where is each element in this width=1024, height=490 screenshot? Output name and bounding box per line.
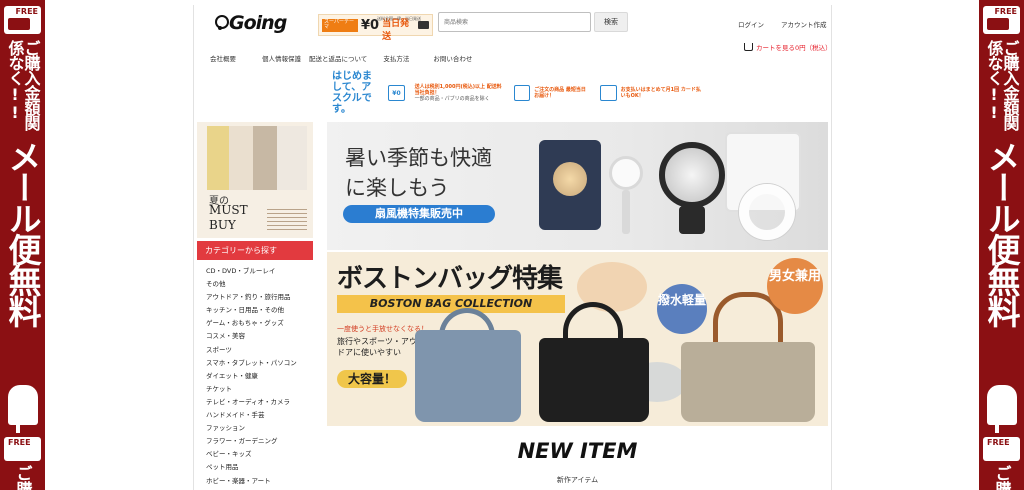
nav-privacy[interactable]: 個人情報保護	[262, 53, 301, 63]
page-container: Going スーパーテーマ ¥0 送料全国一律・当日発送 当日発送 検索 ログイ…	[193, 5, 832, 490]
bag-banner-copy: 旅行やスポーツ・アウトドアに使いやすい	[337, 337, 425, 358]
category-header: カテゴリーから探す	[197, 241, 313, 260]
bag-banner-subtitle: BOSTON BAG COLLECTION	[337, 295, 565, 313]
neck-fan-image	[739, 184, 795, 240]
new-item-subheading: 新作アイテム	[556, 476, 599, 484]
new-item-heading: NEW ITEM	[517, 439, 638, 463]
side-banner-tail: ご購	[13, 465, 33, 490]
promo-note: 送料全国一律・当日発送	[377, 16, 421, 21]
search-input[interactable]	[438, 12, 591, 32]
right-side-banner[interactable]: FREE ご購入金額関係なく!! メール便無料 FREE ご購	[979, 0, 1024, 490]
fan-banner-pill: 扇風機特集販売中	[343, 205, 495, 223]
truck-icon	[418, 21, 430, 29]
blue-bag-image	[415, 330, 521, 422]
calendar-icon	[600, 85, 617, 101]
bag-banner-capacity: 大容量！	[337, 370, 407, 388]
category-item[interactable]: アウトドア・釣り・旅行用品	[206, 291, 297, 304]
category-item[interactable]: キッチン・日用品・その他	[206, 304, 297, 317]
category-item[interactable]: CD・DVD・ブルーレイ	[206, 265, 297, 278]
category-item[interactable]: ダイエット・健康	[206, 370, 297, 383]
main-nav: 会社概要 個人情報保護 配送と返品について 支払方法 お問い合わせ	[210, 53, 498, 63]
location-pin-icon	[214, 15, 229, 31]
login-link[interactable]: ログイン	[738, 19, 764, 29]
service-info-strip: はじめまして、アスクルです。 ¥0 送人は税別1,000円(税込)以上 配送料当…	[332, 71, 702, 115]
boston-bag-banner[interactable]: ボストンバッグ特集 BOSTON BAG COLLECTION 一度使うと手放せ…	[327, 252, 828, 426]
left-side-banner[interactable]: FREE ご購入金額関係なく!! メール便無料 FREE ご購	[0, 0, 45, 490]
info-free-shipping-text: 送人は税別1,000円(税込)以上 配送料当社負担！	[414, 83, 502, 96]
nav-company[interactable]: 会社概要	[210, 53, 236, 63]
category-item[interactable]: その他	[206, 278, 297, 291]
mailbox-icon	[7, 385, 38, 433]
welcome-text: はじめまして、アスクルです。	[332, 71, 372, 115]
category-list: CD・DVD・ブルーレイ その他 アウトドア・釣り・旅行用品 キッチン・日用品・…	[206, 265, 297, 488]
beige-bag-image	[681, 342, 815, 422]
cart-icon	[744, 43, 753, 51]
search-button[interactable]: 検索	[594, 12, 628, 32]
info-monthly-payment: お支払いはまとめて月1回 カード払いもOK！	[600, 85, 702, 101]
handheld-fan-image	[609, 156, 643, 190]
free-shipping-truck-icon: FREE	[983, 6, 1020, 34]
site-logo[interactable]: Going	[214, 12, 287, 34]
delivery-truck-icon	[514, 85, 531, 101]
category-item[interactable]: コスメ・美容	[206, 330, 297, 343]
category-item[interactable]: ゲーム・おもちゃ・グッズ	[206, 317, 297, 330]
info-monthly-payment-text: お支払いはまとめて月1回 カード払いもOK！	[620, 86, 701, 99]
info-free-shipping-note: 一部の商品・パブリの商品を除く	[414, 96, 490, 103]
nav-contact[interactable]: お問い合わせ	[433, 53, 472, 63]
promo-tile-must: MUST	[209, 203, 248, 217]
mailbox-icon	[986, 385, 1017, 433]
info-free-shipping: 送人は税別1,000円(税込)以上 配送料当社負担！ 一部の商品・パブリの商品を除…	[415, 84, 504, 103]
category-item[interactable]: チケット	[206, 383, 297, 396]
category-item[interactable]: ベビー・キッズ	[206, 448, 297, 461]
waterproof-badge: 撥水軽量	[657, 284, 707, 334]
category-item[interactable]: スマホ・タブレット・パソコン	[206, 357, 297, 370]
handheld-fan-handle	[622, 190, 630, 234]
side-banner-caption: ご購入金額関係なく!!	[984, 40, 1020, 130]
category-item[interactable]: ハンドメイド・手芸	[206, 409, 297, 422]
nav-shipping-returns[interactable]: 配送と返品について	[309, 53, 367, 63]
category-item[interactable]: ホビー・楽器・アート	[206, 475, 297, 488]
summer-promo-tile[interactable]: 夏の MUST BUY	[197, 122, 313, 238]
air-cooler-image	[539, 140, 601, 230]
category-item[interactable]: フラワー・ガーデニング	[206, 435, 297, 448]
cart-link[interactable]: カートを見る0円（税込）	[744, 42, 832, 52]
promo-tile-notes	[267, 206, 307, 230]
clip-fan-image	[659, 142, 725, 208]
category-item[interactable]: ペット用品	[206, 461, 297, 474]
fashion-photo	[207, 126, 307, 190]
free-shipping-truck-icon: FREE	[4, 6, 41, 34]
side-banner-headline: メール便無料	[982, 140, 1021, 326]
create-account-link[interactable]: アカウント作成	[781, 19, 827, 29]
fan-feature-banner[interactable]: 暑い季節も快適 に楽しもう 扇風機特集販売中	[327, 122, 828, 250]
side-banner-tail: ご購	[992, 465, 1012, 490]
free-shipping-truck-icon: FREE	[4, 437, 41, 461]
shipping-promo-badge[interactable]: スーパーテーマ ¥0 送料全国一律・当日発送 当日発送	[318, 14, 433, 42]
info-fast-delivery: ご注文の商品 最短当日お届け！	[514, 85, 590, 101]
logo-text: Going	[229, 12, 287, 34]
black-bag-image	[539, 338, 649, 422]
bag-banner-copy-accent: 一度使うと手放せなくなる！	[337, 325, 428, 333]
side-banner-headline: メール便無料	[3, 140, 42, 326]
bag-banner-title: ボストンバッグ特集	[337, 264, 563, 294]
fan-banner-headline-1: 暑い季節も快適	[345, 146, 492, 170]
nav-payment[interactable]: 支払方法	[383, 53, 409, 63]
category-item[interactable]: スポーツ	[206, 344, 297, 357]
side-banner-caption: ご購入金額関係なく!!	[5, 40, 41, 130]
info-fast-delivery-text: ご注文の商品 最短当日お届け！	[534, 86, 586, 99]
promo-tile-buy: BUY	[209, 218, 236, 232]
promo-tag: スーパーテーマ	[322, 18, 358, 32]
fan-banner-headline-2: に楽しもう	[345, 176, 450, 200]
cart-total: カートを見る0円（税込）	[755, 44, 832, 52]
unisex-badge: 男女兼用	[767, 258, 823, 314]
category-item[interactable]: テレビ・オーディオ・カメラ	[206, 396, 297, 409]
free-shipping-icon: ¥0	[388, 85, 405, 101]
category-item[interactable]: ファッション	[206, 422, 297, 435]
free-shipping-truck-icon: FREE	[983, 437, 1020, 461]
clip-fan-clip	[679, 206, 705, 234]
